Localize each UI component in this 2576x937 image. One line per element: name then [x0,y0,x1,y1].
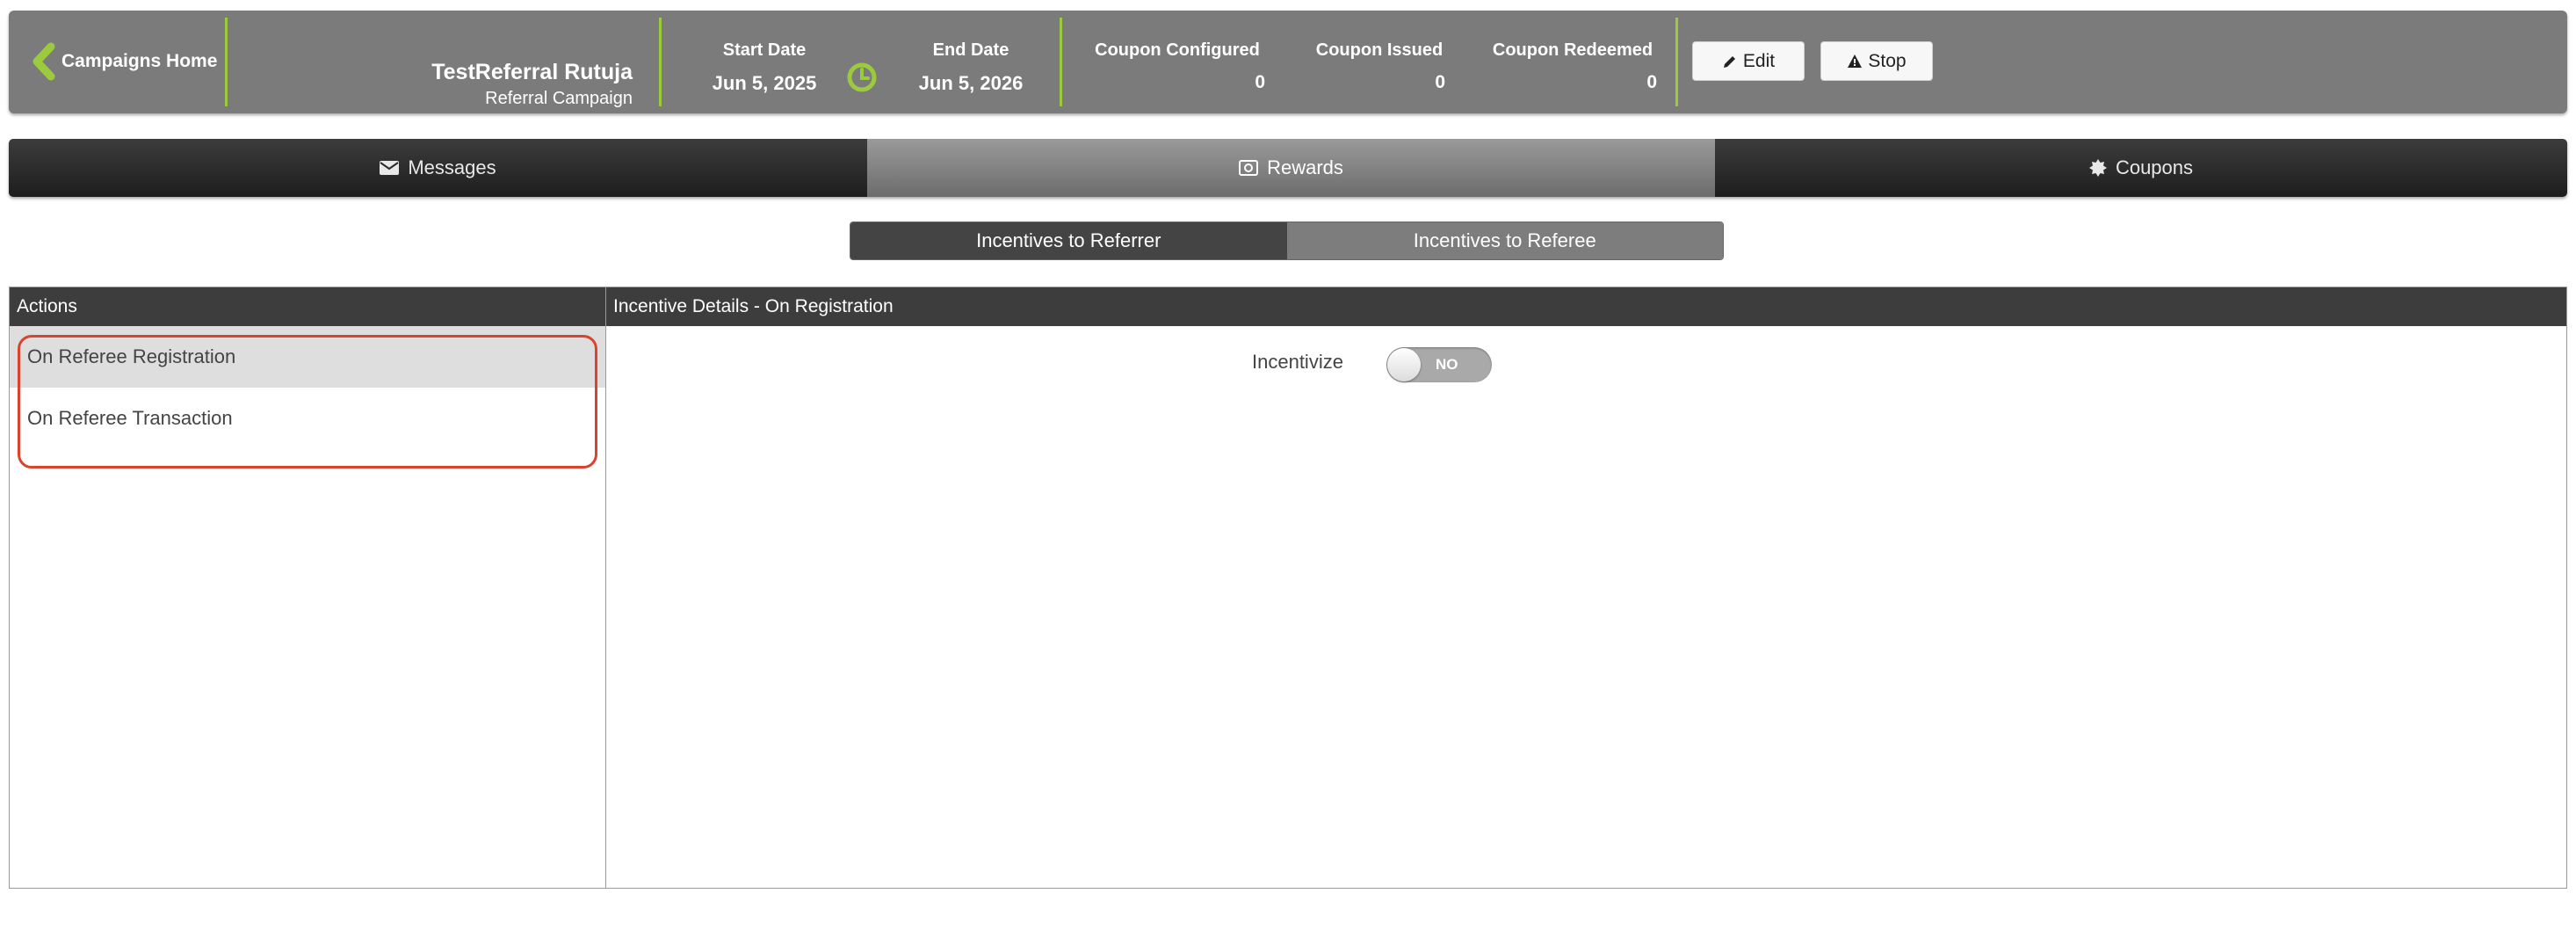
incentivize-toggle[interactable]: NO [1386,347,1492,382]
start-date-value: Jun 5, 2025 [712,72,817,94]
tab-messages-label: Messages [408,156,496,178]
coupon-configured-label: Coupon Configured [1095,40,1260,60]
tab-rewards-label: Rewards [1267,156,1343,178]
action-on-referee-registration[interactable]: On Referee Registration [10,326,605,388]
main-tabs: Messages Rewards Coupons [9,139,2567,197]
campaign-header: Campaigns Home TestReferral Rutuja Refer… [9,11,2567,113]
edit-button[interactable]: Edit [1692,41,1805,81]
envelope-icon [380,161,400,175]
campaign-name: TestReferral Rutuja [431,60,633,84]
tab-rewards[interactable]: Rewards [867,139,1715,197]
toggle-state-label: NO [1436,356,1458,373]
money-icon [1239,160,1259,176]
badge-icon [2088,159,2107,177]
incentive-details-panel: Incentive Details - On Registration Ince… [605,287,2567,889]
incentive-target-toggle: Incentives to Referrer Incentives to Ref… [850,222,1724,260]
pencil-icon [1723,55,1735,68]
coupon-issued-value: 0 [1435,72,1445,92]
tab-coupons[interactable]: Coupons [1715,139,2567,197]
coupon-redeemed-label: Coupon Redeemed [1492,40,1653,60]
header-divider [225,18,228,106]
tab-incentives-to-referee[interactable]: Incentives to Referee [1286,222,1723,259]
end-date-value: Jun 5, 2026 [918,72,1024,94]
toggle-knob [1387,348,1421,381]
header-divider [1060,18,1062,106]
header-divider [659,18,662,106]
end-date-label: End Date [932,40,1009,60]
chevron-left-icon [33,42,55,81]
coupon-redeemed-value: 0 [1646,72,1657,92]
edit-label: Edit [1742,50,1776,71]
actions-panel-title: Actions [10,287,605,326]
tab-messages[interactable]: Messages [9,139,867,197]
tab-coupons-label: Coupons [2115,156,2194,178]
incentive-details-title: Incentive Details - On Registration [606,287,2566,326]
actions-panel: Actions On Referee Registration On Refer… [9,287,606,889]
start-date-label: Start Date [722,40,807,60]
coupon-configured-value: 0 [1255,72,1265,92]
stop-label: Stop [1868,50,1907,71]
campaigns-home-link[interactable]: Campaigns Home [28,41,217,82]
tab-incentives-to-referrer[interactable]: Incentives to Referrer [850,222,1287,259]
incentivize-label: Incentivize [1252,351,1343,373]
action-on-referee-transaction[interactable]: On Referee Transaction [10,388,605,449]
campaigns-home-label: Campaigns Home [62,51,218,71]
campaign-type: Referral Campaign [485,89,633,108]
stop-button[interactable]: Stop [1820,41,1933,81]
warning-icon [1848,54,1863,68]
coupon-issued-label: Coupon Issued [1315,40,1444,60]
header-divider [1675,18,1678,106]
clock-icon [847,62,877,92]
